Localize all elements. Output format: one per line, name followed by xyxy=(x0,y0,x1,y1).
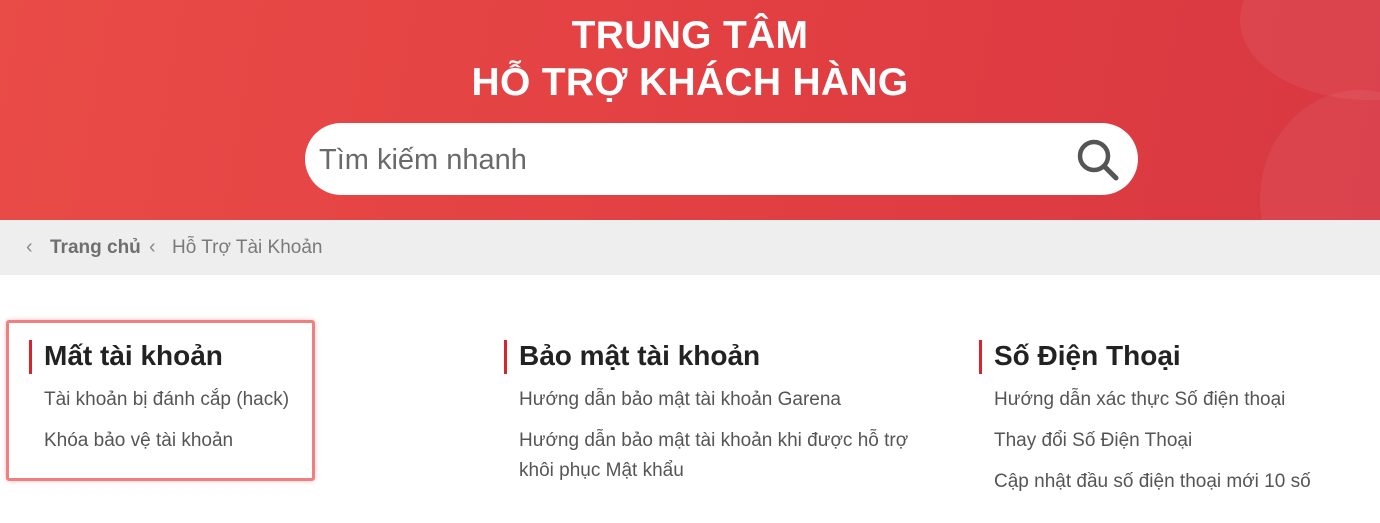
category-title: Bảo mật tài khoản xyxy=(504,338,934,374)
category-phone-number: Số Điện Thoại Hướng dẫn xác thực Số điện… xyxy=(979,338,1359,508)
category-link[interactable]: Hướng dẫn bảo mật tài khoản Garena xyxy=(519,385,934,415)
breadcrumb-home-link[interactable]: Trang chủ xyxy=(50,220,141,275)
decorative-shape xyxy=(1260,90,1380,220)
chevron-left-icon: ‹ xyxy=(149,236,156,258)
category-lost-account: Mất tài khoản Tài khoản bị đánh cắp (hac… xyxy=(29,338,449,467)
chevron-left-icon: ‹ xyxy=(26,236,33,258)
category-link[interactable]: Thay đổi Số Điện Thoại xyxy=(994,426,1359,456)
breadcrumb-current: Hỗ Trợ Tài Khoản xyxy=(172,237,323,258)
page-title: TRUNG TÂM HỖ TRỢ KHÁCH HÀNG xyxy=(0,12,1380,106)
category-link[interactable]: Tài khoản bị đánh cắp (hack) xyxy=(44,385,449,415)
category-account-security: Bảo mật tài khoản Hướng dẫn bảo mật tài … xyxy=(504,338,934,497)
category-title: Mất tài khoản xyxy=(29,338,449,374)
search-box xyxy=(305,123,1138,195)
category-link[interactable]: Khóa bảo vệ tài khoản xyxy=(44,426,449,456)
category-links: Hướng dẫn bảo mật tài khoản Garena Hướng… xyxy=(504,385,934,486)
page-title-line2: HỖ TRỢ KHÁCH HÀNG xyxy=(471,61,909,104)
breadcrumb: ‹ Trang chủ ‹ Hỗ Trợ Tài Khoản xyxy=(0,220,1380,275)
category-link[interactable]: Hướng dẫn xác thực Số điện thoại xyxy=(994,385,1359,415)
category-link[interactable]: Cập nhật đầu số điện thoại mới 10 số xyxy=(994,467,1359,497)
category-title: Số Điện Thoại xyxy=(979,338,1359,374)
category-links: Hướng dẫn xác thực Số điện thoại Thay đổ… xyxy=(979,385,1359,497)
category-links: Tài khoản bị đánh cắp (hack) Khóa bảo vệ… xyxy=(29,385,449,456)
category-link[interactable]: Hướng dẫn bảo mật tài khoản khi được hỗ … xyxy=(519,426,934,486)
search-input[interactable] xyxy=(317,137,1061,183)
search-icon[interactable] xyxy=(1075,137,1121,183)
header-banner: TRUNG TÂM HỖ TRỢ KHÁCH HÀNG xyxy=(0,0,1380,220)
page-title-line1: TRUNG TÂM xyxy=(571,14,809,57)
